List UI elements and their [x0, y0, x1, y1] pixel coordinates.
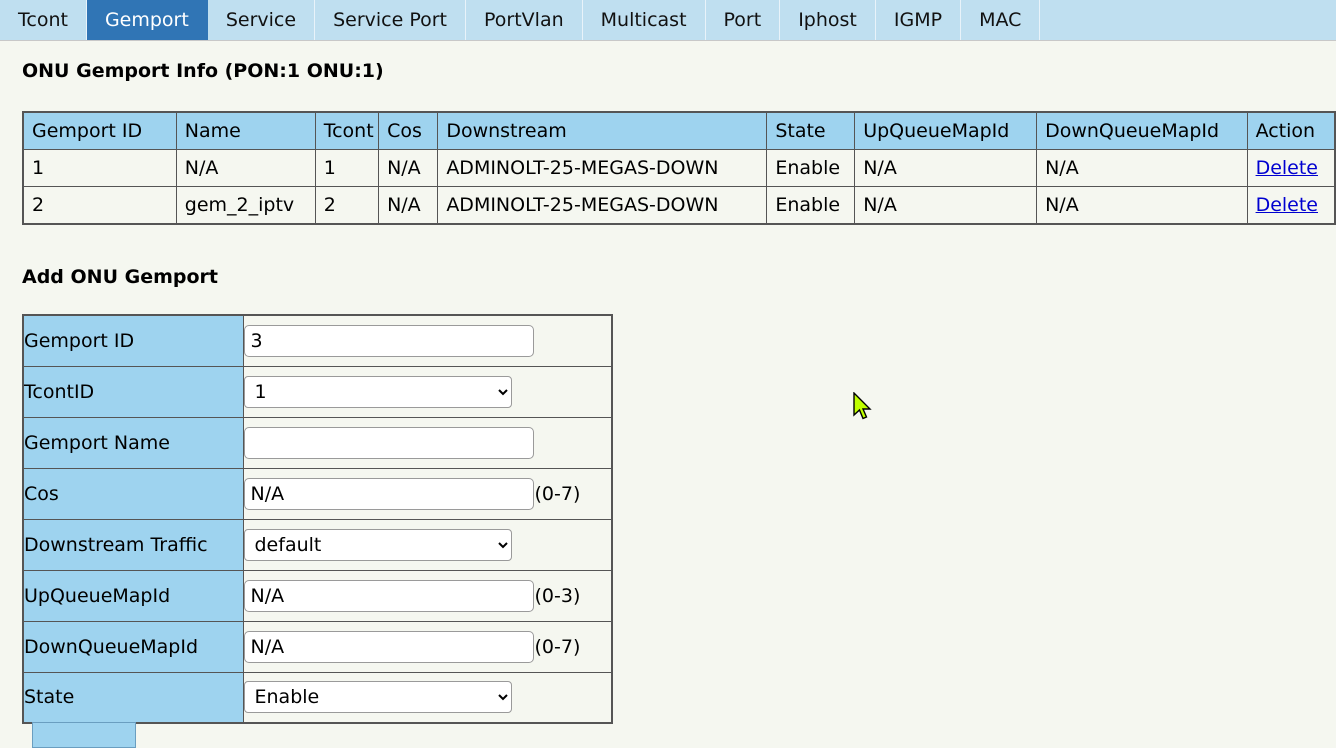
submit-button-partial[interactable]: [32, 722, 136, 748]
tab-port[interactable]: Port: [705, 0, 781, 40]
mouse-cursor: [853, 391, 875, 424]
label-downqueuemapid: DownQueueMapId: [22, 620, 244, 673]
tab-service-port[interactable]: Service Port: [315, 0, 466, 40]
column-header-cos: Cos: [378, 111, 439, 150]
field-state-cell: Enable: [242, 671, 613, 724]
form-row-cos: Cos (0-7): [22, 467, 613, 520]
cell-gemport-id: 1: [22, 149, 177, 187]
form-row-tcont-id: TcontID 1: [22, 365, 613, 418]
tab-igmp[interactable]: IGMP: [875, 0, 962, 40]
gemport-info-title: ONU Gemport Info (PON:1 ONU:1): [22, 60, 384, 82]
cell-downqueuemapid: N/A: [1036, 186, 1248, 225]
downqueuemapid-range-hint: (0-7): [534, 635, 581, 658]
form-row-gemport-id: Gemport ID: [22, 314, 613, 367]
field-downstream-traffic-cell: default: [242, 518, 613, 571]
column-header-state: State: [766, 111, 856, 150]
cell-tcont: 2: [314, 186, 380, 225]
table-header-row: Gemport ID Name Tcont Cos Downstream Sta…: [22, 111, 1336, 150]
label-tcont-id: TcontID: [22, 365, 244, 418]
cell-name: gem_2_iptv: [175, 186, 316, 225]
column-header-action: Action: [1246, 111, 1336, 150]
cell-upqueuemapid: N/A: [854, 186, 1038, 225]
cell-upqueuemapid: N/A: [854, 149, 1038, 187]
tab-iphost[interactable]: Iphost: [780, 0, 876, 40]
form-row-downqueuemapid: DownQueueMapId (0-7): [22, 620, 613, 673]
cell-gemport-id: 2: [22, 186, 177, 225]
upqueuemapid-input[interactable]: [243, 579, 534, 612]
field-cos-cell: (0-7): [242, 467, 613, 520]
tab-bar-filler: [1040, 0, 1336, 40]
tab-gemport[interactable]: Gemport: [86, 0, 208, 40]
label-gemport-id: Gemport ID: [22, 314, 244, 367]
cell-tcont: 1: [314, 149, 380, 187]
field-gemport-id-cell: [242, 314, 613, 367]
field-upqueuemapid-cell: (0-3): [242, 569, 613, 622]
column-header-downstream: Downstream: [437, 111, 768, 150]
tab-service[interactable]: Service: [207, 0, 316, 40]
upqueuemapid-range-hint: (0-3): [534, 584, 581, 607]
form-row-downstream-traffic: Downstream Traffic default: [22, 518, 613, 571]
tab-mac[interactable]: MAC: [961, 0, 1041, 40]
cell-downqueuemapid: N/A: [1036, 149, 1248, 187]
tab-bar: Tcont Gemport Service Service Port PortV…: [0, 0, 1336, 41]
form-row-gemport-name: Gemport Name: [22, 416, 613, 469]
field-gemport-name-cell: [242, 416, 613, 469]
cos-input[interactable]: [243, 477, 534, 510]
add-gemport-form-table: Gemport ID TcontID 1 Gemport Name: [22, 314, 613, 724]
column-header-tcont: Tcont: [314, 111, 380, 150]
tab-tcont[interactable]: Tcont: [0, 0, 87, 40]
cos-range-hint: (0-7): [534, 482, 581, 505]
gemport-name-input[interactable]: [243, 426, 534, 459]
field-tcont-id-cell: 1: [242, 365, 613, 418]
tab-portvlan[interactable]: PortVlan: [466, 0, 583, 40]
state-select[interactable]: Enable: [243, 681, 512, 714]
add-gemport-form-container: Gemport ID TcontID 1 Gemport Name: [22, 314, 613, 724]
label-cos: Cos: [22, 467, 244, 520]
cell-action: Delete: [1246, 149, 1336, 187]
gemport-info-table: Gemport ID Name Tcont Cos Downstream Sta…: [22, 111, 1336, 225]
label-upqueuemapid: UpQueueMapId: [22, 569, 244, 622]
gemport-info-table-container: Gemport ID Name Tcont Cos Downstream Sta…: [22, 111, 1336, 225]
add-gemport-title: Add ONU Gemport: [22, 266, 219, 288]
label-downstream-traffic: Downstream Traffic: [22, 518, 244, 571]
table-row: 2 gem_2_iptv 2 N/A ADMINOLT-25-MEGAS-DOW…: [22, 186, 1336, 225]
delete-link[interactable]: Delete: [1256, 157, 1318, 179]
cell-action: Delete: [1246, 186, 1336, 225]
column-header-name: Name: [175, 111, 316, 150]
tcont-id-select[interactable]: 1: [243, 375, 512, 408]
tab-multicast[interactable]: Multicast: [582, 0, 706, 40]
delete-link[interactable]: Delete: [1256, 194, 1318, 216]
form-row-state: State Enable: [22, 671, 613, 724]
cell-downstream: ADMINOLT-25-MEGAS-DOWN: [437, 186, 768, 225]
cell-state: Enable: [766, 149, 856, 187]
cell-cos: N/A: [378, 149, 439, 187]
gemport-id-input[interactable]: [243, 324, 534, 357]
downstream-traffic-select[interactable]: default: [243, 528, 512, 561]
cell-downstream: ADMINOLT-25-MEGAS-DOWN: [437, 149, 768, 187]
table-row: 1 N/A 1 N/A ADMINOLT-25-MEGAS-DOWN Enabl…: [22, 149, 1336, 187]
column-header-downqueuemapid: DownQueueMapId: [1036, 111, 1248, 150]
downqueuemapid-input[interactable]: [243, 630, 534, 663]
cell-state: Enable: [766, 186, 856, 225]
label-gemport-name: Gemport Name: [22, 416, 244, 469]
column-header-gemport-id: Gemport ID: [22, 111, 177, 150]
label-state: State: [22, 671, 244, 724]
form-row-upqueuemapid: UpQueueMapId (0-3): [22, 569, 613, 622]
field-downqueuemapid-cell: (0-7): [242, 620, 613, 673]
cell-cos: N/A: [378, 186, 439, 225]
column-header-upqueuemapid: UpQueueMapId: [854, 111, 1038, 150]
cell-name: N/A: [175, 149, 316, 187]
